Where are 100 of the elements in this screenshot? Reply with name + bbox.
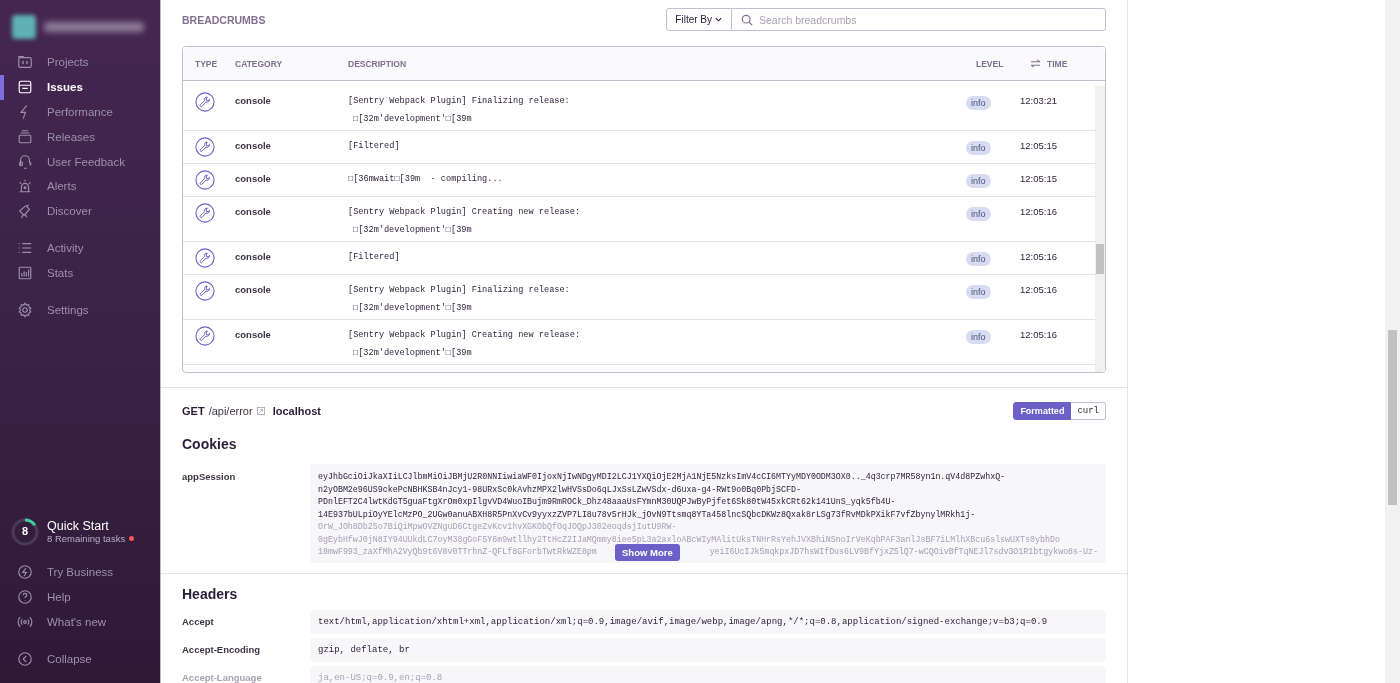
table-cell-text: [Filtered] <box>348 252 401 262</box>
key-label: appSession <box>182 470 237 484</box>
column-header: DESCRIPTION <box>348 58 407 69</box>
nav-item[interactable]: Stats <box>0 260 160 286</box>
key-label: Accept-Language <box>182 671 263 683</box>
header-value: text/html,application/xhtml+xml,application/xml;q=0.9,image/avif,image/webp,image/apng,*/*;q=0.8,application/signed-exchange;v=b3;q=0.9 <box>318 616 1049 629</box>
table-cell-text: □[32m'development'□[39m <box>352 303 473 313</box>
bar-chart-icon <box>17 264 33 281</box>
table-cell-text: [Sentry Webpack Plugin] Creating new release: <box>348 207 582 217</box>
http-method: GET <box>182 405 205 417</box>
stacked-boxes-icon <box>17 128 33 145</box>
section-heading: Headers <box>182 586 239 602</box>
table-cell-text: 12:05:16 <box>1020 251 1058 262</box>
table-cell-text: [Sentry Webpack Plugin] Creating new release: <box>348 330 582 340</box>
view-tab[interactable]: curl <box>1071 402 1106 420</box>
nav-item[interactable]: Help <box>0 584 160 610</box>
cookie-value-line: OrW_JOh8Db25o7BiQiMpwOVZNguD6CtgeZvKcv1hvXGKObQfOqJOQpJ302eoqdsjIutU9RW- <box>318 521 678 533</box>
table-cell-text: console <box>235 95 272 106</box>
table-cell-text: console <box>235 329 272 340</box>
level-tag: info <box>966 207 991 221</box>
task-count: 8 <box>20 524 30 537</box>
view-tab[interactable]: Formatted <box>1013 402 1072 420</box>
level-tag: info <box>966 141 991 155</box>
section-title: BREADCRUMBS <box>182 13 266 26</box>
nav-item[interactable]: Projects <box>0 50 160 75</box>
scrollbar[interactable] <box>1095 86 1105 372</box>
table-cell-text: [Sentry Webpack Plugin] Finalizing release: <box>348 96 571 106</box>
table-cell-text: console <box>235 251 272 262</box>
table-cell-text: 12:05:16 <box>1020 206 1058 217</box>
column-header: CATEGORY <box>235 58 283 69</box>
nav-item[interactable]: Discover <box>0 198 160 224</box>
settings-icon <box>17 301 33 318</box>
filter-button[interactable]: Filter By <box>666 8 732 31</box>
lightning-circle-icon <box>17 564 33 581</box>
wrench-icon <box>195 281 215 301</box>
header-value: ja,en-US;q=0.9,en;q=0.8 <box>318 672 444 683</box>
table-cell-text: [Sentry Webpack Plugin] Finalizing release: <box>348 285 571 295</box>
nav-item[interactable]: Settings <box>0 297 160 322</box>
wrench-icon <box>195 326 215 346</box>
quick-start-link[interactable]: Quick Start <box>47 519 135 534</box>
headset-icon <box>17 153 33 170</box>
section-heading: Cookies <box>182 436 238 452</box>
table-cell-text: console <box>235 140 272 151</box>
level-tag: info <box>966 96 991 110</box>
collapse-button[interactable]: Collapse <box>0 646 160 671</box>
nav-item[interactable]: Performance <box>0 99 160 125</box>
table-cell-text: □[32m'development'□[39m <box>352 114 473 124</box>
table-cell-text: console <box>235 284 272 295</box>
show-more-button[interactable]: Show More <box>615 544 680 561</box>
table-cell-text: [Filtered] <box>348 141 401 151</box>
nav-item[interactable]: Alerts <box>0 174 160 199</box>
nav-item[interactable]: User Feedback <box>0 149 160 174</box>
column-header: LEVEL <box>976 58 1004 69</box>
table-cell-text: 12:05:15 <box>1020 140 1058 151</box>
collapse-icon <box>17 650 33 667</box>
level-tag: info <box>966 330 991 344</box>
column-header: TYPE <box>195 58 218 69</box>
wrench-icon <box>195 203 215 223</box>
table-cell-text: 12:03:21 <box>1020 95 1058 106</box>
column-header: TIME <box>1047 58 1068 69</box>
cookie-value-line: eyJhbGciOiJkaXIiLCJlbmMiOiJBMjU2R0NNIiwiaWF0IjoxNjIwNDgyMDI2LCJ1YXQiOjE2MjA1NjE5NzksImV4cCI6MTYyMDY0ODM3OX0.._4q3crp7MR58yn1n.qV4d8PZwhxQ- <box>318 471 1007 483</box>
url-link[interactable]: /api/error <box>208 405 253 417</box>
cookie-value-line: PDnlEFT2C4lwtKdGT5guaFtgXrOm0xpIlgvVD4WuoIBujm9RmROCk_Dhz48aaaUsFYmnM30UQPJwByPjfet6Sk80tW45xkCRt62k141UnS_yqk5fb4U- <box>318 496 897 508</box>
cookie-value-line: 14E937bULpiOyYElcMzPO_2UGw0anuABXH8R5PnXvCv9yyxzZVP7LI8u78v5rHJk_jOvN9Ttsmq8YTa458lncSQbcDKWz8Qxak8rLSg73fRvMDkPXikF7vfZbynylMRkh1j- <box>318 508 977 521</box>
siren-icon <box>17 178 33 195</box>
cookie-value-line: yeiI6UcIJk5mqkpxJD7hsWIfDus6LV9BfYjxZ5lQ7-wCQOivBfTqNEJl7sdv3O1R1btgykwo8s-Uz- <box>709 546 1098 558</box>
nav-item[interactable]: Try Business <box>0 559 160 585</box>
folder-code-icon <box>17 54 33 71</box>
remaining-tasks: 8 Remaining tasks <box>47 533 126 545</box>
table-cell-text: 12:05:16 <box>1020 329 1058 340</box>
cookie-value-line: n2yOBM2e96US9ckePcNBHKSB4nJcy1-98URxSc0kAvhzMPX2lwHVSsDo6qLJxSsLZwVSdx-d6uxa-g4-RWt9o0Bq0PbjSCFD- <box>318 483 802 496</box>
progress-ring <box>11 517 39 546</box>
table-cell-text: 12:05:15 <box>1020 173 1058 184</box>
cookie-value-line: 18mwF993_zaXfMhA2VyQb9t6V8v0TTrhnZ-QFLf8GForbTwtRkWZE8pm <box>318 546 597 558</box>
table-cell-text: □[32m'development'□[39m <box>352 225 473 235</box>
swap-arrows-icon[interactable] <box>1030 59 1041 68</box>
key-label: Accept <box>182 615 215 629</box>
nav-item[interactable]: What's new <box>0 609 160 635</box>
wrench-icon <box>195 92 215 112</box>
level-tag: info <box>966 252 991 266</box>
cookie-value-line: 0gEybHfwJ0jN8IY94UUkdLC7oyM38gGoF5Y6m9wtllhy2TtHcZ2IJaMQmmy8iee5pL3a2axloABcWIyMAlitUksTNHrRsYehJVXBhiNSnoIrVeKqbPAF3anlJsBF7iLMlhXBcu6slswUXTs0ybhDo <box>318 533 1061 546</box>
host-name: localhost <box>272 405 321 417</box>
table-cell-text: console <box>235 173 272 184</box>
key-label: Accept-Encoding <box>182 643 262 657</box>
level-tag: info <box>966 174 991 188</box>
scrollbar[interactable] <box>1385 0 1400 683</box>
help-icon <box>17 589 33 605</box>
table-cell-text: □[32m'development'□[39m <box>352 348 473 358</box>
org-avatar[interactable] <box>12 15 36 39</box>
external-link-icon[interactable] <box>256 407 265 415</box>
telescope-icon <box>17 203 33 220</box>
issues-icon <box>17 79 33 96</box>
wrench-icon <box>195 248 215 268</box>
table-cell-text: □[36mwait□[39m - compiling... <box>348 174 504 184</box>
nav-item[interactable]: Issues <box>0 74 160 100</box>
search-icon <box>741 14 753 26</box>
nav-item[interactable]: Releases <box>0 124 160 150</box>
search-field[interactable]: Search breadcrumbs <box>732 8 1106 31</box>
nav-item[interactable]: Activity <box>0 235 160 261</box>
notification-dot <box>129 536 135 542</box>
